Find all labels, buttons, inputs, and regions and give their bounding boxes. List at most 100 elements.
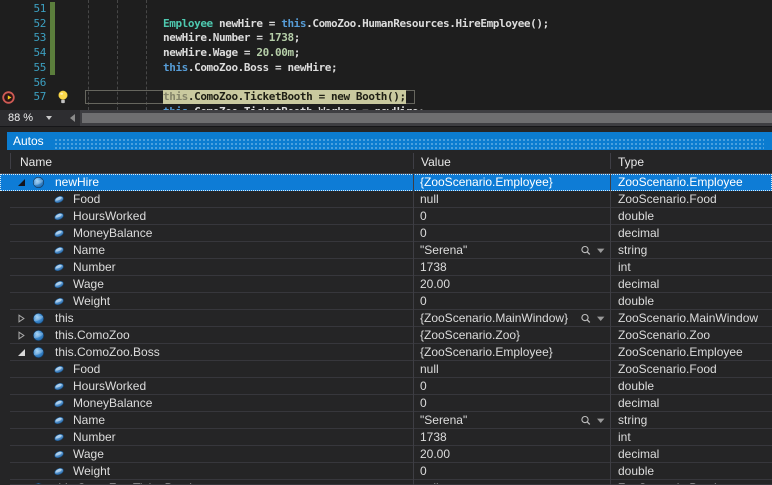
autos-row[interactable]: Number1738int	[0, 429, 772, 446]
value-cell[interactable]: {ZooScenario.MainWindow}	[420, 310, 578, 327]
code-token: .ComoZoo.TicketBooth = new Booth();	[188, 90, 406, 103]
property-icon	[53, 465, 66, 478]
code-editor[interactable]: 5152Employee newHire = this.ComoZoo.Huma…	[0, 0, 772, 110]
code-token: newHire =	[213, 17, 281, 30]
value-cell[interactable]: null	[420, 191, 578, 208]
type-cell: decimal	[618, 395, 659, 412]
column-header-type[interactable]: Type	[618, 155, 644, 169]
value-cell[interactable]: {ZooScenario.Employee}	[420, 174, 578, 191]
code-line[interactable]: 53newHire.Number = 1738;	[0, 31, 772, 46]
code-line[interactable]: 52Employee newHire = this.ComoZoo.HumanR…	[0, 17, 772, 32]
type-cell: decimal	[618, 446, 659, 463]
autos-row[interactable]: Wage20.00decimal	[0, 446, 772, 463]
autos-row[interactable]: this.ComoZoo{ZooScenario.Zoo}ZooScenario…	[0, 327, 772, 344]
magnifier-visualizer-icon[interactable]	[580, 245, 608, 256]
autos-row[interactable]: Weight0double	[0, 463, 772, 480]
autos-titlebar-strip[interactable]: Autos	[7, 132, 772, 150]
type-cell: double	[618, 378, 654, 395]
value-cell[interactable]: {ZooScenario.Employee}	[420, 344, 578, 361]
type-cell: ZooScenario.Zoo	[618, 327, 710, 344]
autos-row[interactable]: Weight0double	[0, 293, 772, 310]
expand-arrow-icon[interactable]	[17, 314, 26, 323]
property-icon	[53, 261, 66, 274]
value-cell[interactable]: 1738	[420, 429, 578, 446]
grid-column-divider[interactable]	[413, 174, 414, 485]
autos-row[interactable]: this.ComoZoo.Boss{ZooScenario.Employee}Z…	[0, 344, 772, 361]
column-header-value[interactable]: Value	[421, 155, 451, 169]
value-cell[interactable]: 20.00	[420, 276, 578, 293]
value-cell[interactable]: 1738	[420, 259, 578, 276]
autos-row[interactable]: HoursWorked0double	[0, 378, 772, 395]
value-cell[interactable]: 0	[420, 395, 578, 412]
code-token: ;	[294, 31, 300, 44]
property-icon	[53, 414, 66, 427]
magnifier-visualizer-icon[interactable]	[580, 313, 608, 324]
autos-row[interactable]: this.ComoZoo.TicketBoothnullZooScenario.…	[0, 480, 772, 485]
autos-row[interactable]: MoneyBalance0decimal	[0, 225, 772, 242]
variable-name: this.ComoZoo.Boss	[55, 344, 160, 361]
magnifier-visualizer-icon[interactable]	[580, 415, 608, 426]
autos-row[interactable]: Name"Serena"string	[0, 412, 772, 429]
variable-name: Name	[73, 242, 105, 259]
variable-name: newHire	[55, 174, 99, 191]
value-cell[interactable]: 0	[420, 208, 578, 225]
code-line[interactable]: 51	[0, 2, 772, 17]
value-cell[interactable]: "Serena"	[420, 412, 578, 429]
variable-icon	[32, 329, 45, 342]
type-cell: ZooScenario.Booth	[618, 480, 721, 485]
autos-row[interactable]: FoodnullZooScenario.Food	[0, 361, 772, 378]
value-cell[interactable]: null	[420, 361, 578, 378]
autos-column-headers: Name Value Type	[0, 150, 772, 174]
variable-name: this	[55, 310, 74, 327]
value-cell[interactable]: 0	[420, 378, 578, 395]
value-cell[interactable]: {ZooScenario.Zoo}	[420, 327, 578, 344]
value-cell[interactable]: 20.00	[420, 446, 578, 463]
variable-name: Number	[73, 429, 116, 446]
autos-row[interactable]: HoursWorked0double	[0, 208, 772, 225]
property-icon	[53, 380, 66, 393]
autos-row[interactable]: MoneyBalance0decimal	[0, 395, 772, 412]
autos-row[interactable]: Name"Serena"string	[0, 242, 772, 259]
type-cell: ZooScenario.Food	[618, 191, 717, 208]
variable-name: Weight	[73, 463, 110, 480]
value-cell[interactable]: 0	[420, 293, 578, 310]
autos-row[interactable]: newHire{ZooScenario.Employee}ZooScenario…	[0, 174, 772, 191]
column-divider[interactable]	[413, 153, 414, 169]
autos-row[interactable]: this{ZooScenario.MainWindow}ZooScenario.…	[0, 310, 772, 327]
variable-icon	[32, 312, 45, 325]
column-header-name[interactable]: Name	[20, 155, 52, 169]
type-cell: decimal	[618, 225, 659, 242]
horizontal-scrollbar[interactable]	[80, 110, 772, 126]
code-token: 1738	[269, 31, 294, 44]
code-line[interactable]: 55this.ComoZoo.Boss = newHire;	[0, 61, 772, 76]
code-line[interactable]: 54newHire.Wage = 20.00m;	[0, 46, 772, 61]
value-cell[interactable]: 0	[420, 225, 578, 242]
property-icon	[53, 193, 66, 206]
lightbulb-quick-actions-icon[interactable]	[57, 90, 69, 104]
autos-titlebar[interactable]: Autos	[0, 132, 772, 150]
line-number: 53	[14, 31, 46, 46]
autos-row[interactable]: Wage20.00decimal	[0, 276, 772, 293]
line-number: 56	[14, 76, 46, 91]
scroll-left-icon[interactable]	[70, 114, 75, 122]
code-line[interactable]: 56	[0, 76, 772, 91]
code-token: .ComoZoo.HumanResources.HireEmployee();	[306, 17, 549, 30]
code-line[interactable]: 57this.ComoZoo.TicketBooth = new Booth()…	[0, 90, 772, 105]
variable-name: Number	[73, 259, 116, 276]
value-cell[interactable]: null	[420, 480, 578, 485]
scrollbar-thumb[interactable]	[82, 113, 772, 123]
expand-arrow-icon[interactable]	[17, 331, 26, 340]
autos-row[interactable]: FoodnullZooScenario.Food	[0, 191, 772, 208]
autos-row[interactable]: Number1738int	[0, 259, 772, 276]
grid-column-divider[interactable]	[610, 174, 611, 485]
editor-zoom-control[interactable]: 88 %	[0, 110, 66, 126]
value-cell[interactable]: "Serena"	[420, 242, 578, 259]
column-divider[interactable]	[610, 153, 611, 169]
collapse-arrow-icon[interactable]	[17, 348, 26, 357]
column-divider[interactable]	[10, 153, 11, 169]
code-text: Employee newHire = this.ComoZoo.HumanRes…	[163, 17, 549, 31]
chevron-down-icon[interactable]	[46, 116, 52, 120]
collapse-arrow-icon[interactable]	[17, 178, 26, 187]
value-cell[interactable]: 0	[420, 463, 578, 480]
variable-name: Wage	[73, 276, 104, 293]
